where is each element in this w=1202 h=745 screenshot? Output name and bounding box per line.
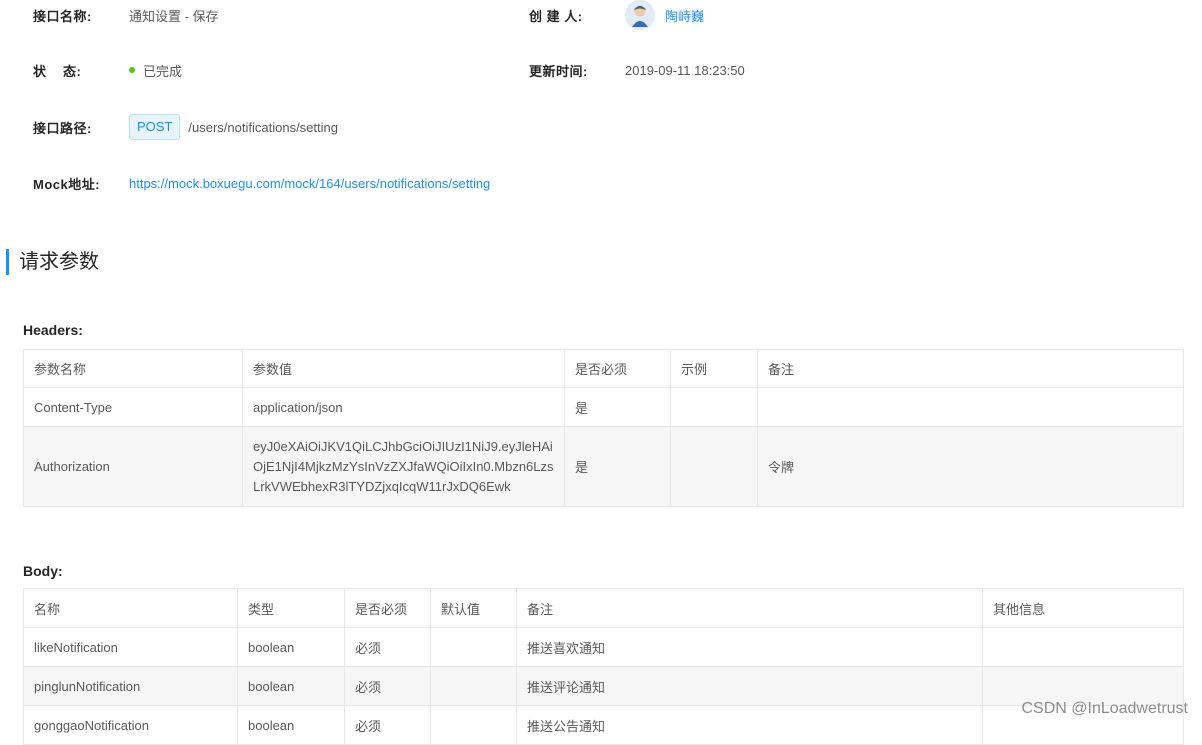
updated-label: 更新时间: xyxy=(529,63,588,79)
table-row: Content-Type application/json 是 xyxy=(23,387,1184,427)
api-name-value: 通知设置 - 保存 xyxy=(129,8,219,24)
user-avatar-icon xyxy=(625,0,655,30)
column-header: 是否必须 xyxy=(344,588,431,628)
mock-url-link[interactable]: https://mock.boxuegu.com/mock/164/users/… xyxy=(129,176,490,191)
cell-type: boolean xyxy=(237,627,345,667)
cell-type: boolean xyxy=(237,666,345,706)
info-row-status: 状 态: 已完成 xyxy=(33,59,182,81)
cell-default xyxy=(430,666,517,706)
path-value: /users/notifications/setting xyxy=(188,119,338,135)
status-value: 已完成 xyxy=(143,63,183,79)
api-name-label: 接口名称: xyxy=(33,8,92,24)
creator-name-link[interactable]: 陶峙巍 xyxy=(665,6,704,25)
info-row-mock: Mock地址: https://mock.boxuegu.com/mock/16… xyxy=(33,172,490,194)
cell-note: 推送评论通知 xyxy=(516,666,983,706)
column-header: 类型 xyxy=(237,588,345,628)
cell-default xyxy=(430,705,517,745)
cell-name: Content-Type xyxy=(23,387,243,427)
cell-note xyxy=(757,387,1184,427)
column-header: 参数名称 xyxy=(23,349,243,388)
column-header: 参数值 xyxy=(242,349,565,388)
info-row-updated: 更新时间: 2019-09-11 18:23:50 xyxy=(529,59,745,81)
column-header: 备注 xyxy=(516,588,983,628)
cell-note: 推送公告通知 xyxy=(516,705,983,745)
body-title: Body: xyxy=(23,563,63,579)
avatar[interactable] xyxy=(625,0,655,30)
column-header: 默认值 xyxy=(430,588,517,628)
cell-note: 推送喜欢通知 xyxy=(516,627,983,667)
cell-required: 是 xyxy=(564,387,671,427)
table-row: Authorization eyJ0eXAiOiJKV1QiLCJhbGciOi… xyxy=(23,426,1184,507)
status-dot-icon xyxy=(129,67,135,73)
column-header: 备注 xyxy=(757,349,1184,388)
cell-name: likeNotification xyxy=(23,627,238,667)
table-row: gonggaoNotification boolean 必须 推送公告通知 xyxy=(23,705,1184,745)
headers-table: 参数名称 参数值 是否必须 示例 备注 Content-Type applica… xyxy=(23,349,1184,507)
headers-header-row: 参数名称 参数值 是否必须 示例 备注 xyxy=(23,349,1184,388)
info-row-path: 接口路径: POST /users/notifications/setting xyxy=(33,113,338,141)
cell-example xyxy=(670,387,758,427)
column-header: 示例 xyxy=(670,349,758,388)
cell-value: application/json xyxy=(242,387,565,427)
cell-required: 必须 xyxy=(344,666,431,706)
cell-type: boolean xyxy=(237,705,345,745)
cell-value: eyJ0eXAiOiJKV1QiLCJhbGciOiJIUzI1NiJ9.eyJ… xyxy=(242,426,565,507)
body-header-row: 名称 类型 是否必须 默认值 备注 其他信息 xyxy=(23,588,1184,628)
cell-name: Authorization xyxy=(23,426,243,507)
watermark: CSDN @InLoadwetrust xyxy=(1021,700,1188,717)
cell-default xyxy=(430,627,517,667)
section-title: 请求参数 xyxy=(6,249,99,275)
path-label: 接口路径: xyxy=(33,120,92,136)
column-header: 其他信息 xyxy=(982,588,1184,628)
cell-name: gonggaoNotification xyxy=(23,705,238,745)
cell-note: 令牌 xyxy=(757,426,1184,507)
cell-required: 是 xyxy=(564,426,671,507)
cell-example xyxy=(670,426,758,507)
body-table: 名称 类型 是否必须 默认值 备注 其他信息 likeNotification … xyxy=(23,588,1184,745)
cell-required: 必须 xyxy=(344,627,431,667)
headers-title: Headers: xyxy=(23,322,83,338)
mock-label: Mock地址: xyxy=(33,176,101,192)
creator-label: 创 建 人: xyxy=(529,8,583,24)
table-row: pinglunNotification boolean 必须 推送评论通知 xyxy=(23,666,1184,706)
method-tag: POST xyxy=(129,114,181,140)
cell-name: pinglunNotification xyxy=(23,666,238,706)
status-label: 状 态: xyxy=(33,63,82,79)
cell-other xyxy=(982,627,1184,667)
updated-value: 2019-09-11 18:23:50 xyxy=(625,62,745,78)
table-row: likeNotification boolean 必须 推送喜欢通知 xyxy=(23,627,1184,667)
info-row-name: 接口名称: 通知设置 - 保存 xyxy=(33,4,219,26)
column-header: 是否必须 xyxy=(564,349,671,388)
column-header: 名称 xyxy=(23,588,238,628)
info-row-creator: 创 建 人: 陶峙巍 xyxy=(529,0,704,30)
cell-required: 必须 xyxy=(344,705,431,745)
